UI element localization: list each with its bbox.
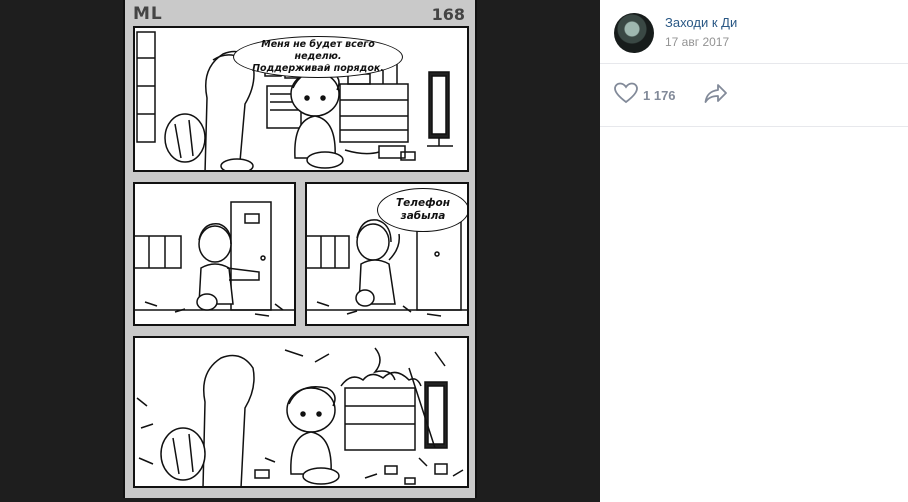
comic-corner-label: ML <box>133 4 163 24</box>
speech-bubble-panel-3: Телефон забыла <box>377 188 467 232</box>
photo-viewer: ML 168 Меня не будет всего неделю. Подде… <box>0 0 600 502</box>
avatar[interactable] <box>614 13 654 53</box>
author-name[interactable]: Заходи к Ди <box>665 15 737 30</box>
divider <box>600 63 908 64</box>
comic-panel-1: Меня не будет всего неделю. Поддерживай … <box>133 26 469 172</box>
like-button[interactable]: 1 176 <box>614 82 676 108</box>
divider <box>600 126 908 127</box>
comic-panel-3: Телефон забыла <box>305 182 469 326</box>
comic-image[interactable]: ML 168 Меня не будет всего неделю. Подде… <box>123 0 477 498</box>
comic-panel-4 <box>133 336 469 488</box>
panel-4-drawing <box>136 347 464 486</box>
speech-text-panel-1: Меня не будет всего неделю. Поддерживай … <box>252 39 384 74</box>
share-arrow-icon[interactable] <box>704 83 728 107</box>
speech-text-panel-3: Телефон забыла <box>396 196 450 222</box>
comic-panel-2 <box>133 182 296 326</box>
heart-icon <box>614 82 638 108</box>
speech-bubble-panel-1: Меня не будет всего неделю. Поддерживай … <box>233 36 403 78</box>
comic-page-number: 168 <box>431 5 465 24</box>
post-date[interactable]: 17 авг 2017 <box>665 35 729 49</box>
post-sidebar: Заходи к Ди 17 авг 2017 1 176 <box>600 0 908 502</box>
panel-2-drawing <box>135 201 294 317</box>
like-count: 1 176 <box>643 87 676 103</box>
